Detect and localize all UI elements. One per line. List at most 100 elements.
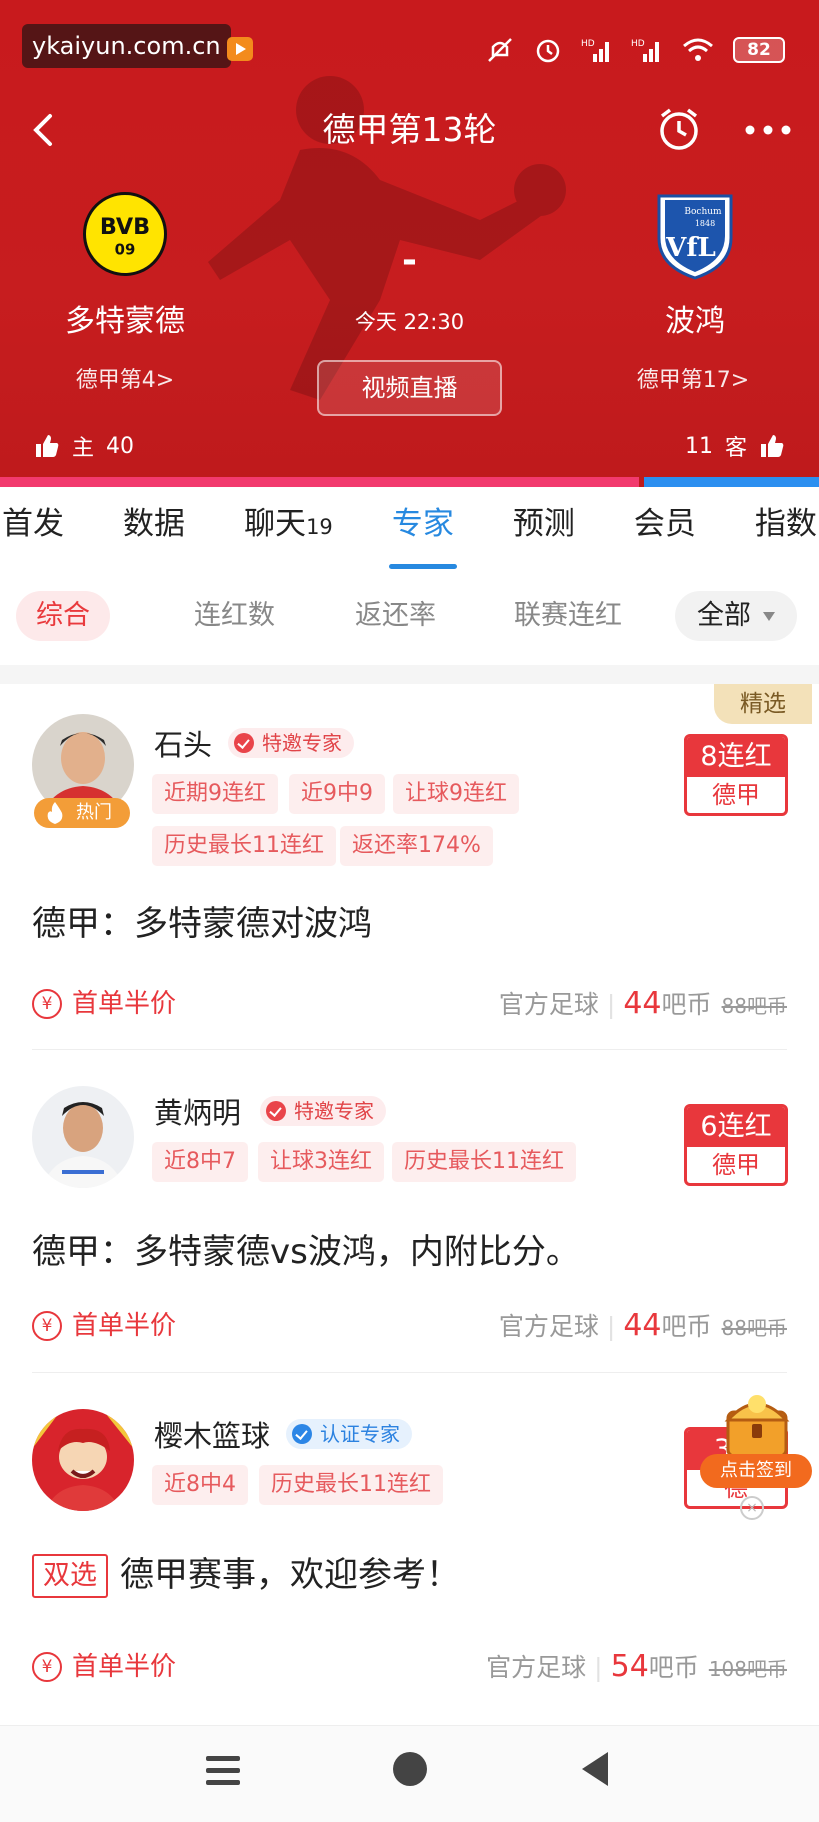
stat-tag: 让球9连红 (393, 774, 519, 814)
expert-name[interactable]: 黄炳明 (154, 1090, 241, 1132)
wifi-icon (683, 38, 713, 61)
app-root: ykaiyun.com.cn HD HD 82 德甲第13轮 BVB 09 Bo… (0, 0, 819, 1822)
expert-name[interactable]: 石头 (154, 722, 212, 764)
away-vote-count: 11 (684, 433, 713, 459)
filter-return-rate[interactable]: 返还率 (355, 591, 436, 641)
tab-odds[interactable]: 指数 (755, 487, 817, 575)
filter-streak[interactable]: 连红数 (194, 591, 275, 641)
watermark-label: ykaiyun.com.cn (22, 24, 231, 68)
stat-tag: 近8中7 (152, 1142, 248, 1182)
menu-icon[interactable] (206, 1756, 240, 1786)
home-vote-count: 40 (106, 433, 135, 459)
plan-description[interactable]: 德甲：多特蒙德vs波鸿，内附比分。 (32, 1224, 580, 1273)
away-league-rank[interactable]: 德甲第17> (613, 362, 773, 394)
promo-label: ¥ 首单半价 (32, 986, 176, 1022)
expert-badge: 特邀专家 (260, 1096, 386, 1126)
check-icon (234, 733, 254, 753)
streak-badge: 8连红 德甲 (684, 734, 788, 816)
home-vote[interactable]: 主 40 (34, 428, 134, 464)
tab-data[interactable]: 数据 (123, 487, 185, 575)
plan-description[interactable]: 德甲：多特蒙德对波鸿 (32, 896, 372, 945)
back-triangle-icon[interactable] (582, 1752, 608, 1786)
video-app-icon (227, 37, 253, 61)
status-icons: HD HD 82 (485, 30, 785, 70)
svg-text:HD: HD (581, 39, 595, 49)
signal-hd-icon-2: HD (631, 39, 659, 62)
price-info[interactable]: 官方足球 | 44吧币 88吧币 (499, 984, 787, 1024)
mute-icon (488, 38, 512, 62)
stat-tag: 返还率174% (340, 826, 493, 866)
svg-text:BVB: BVB (100, 214, 150, 240)
filter-bar: 综合 连红数 返还率 联赛连红 全部 (0, 575, 819, 665)
yen-coin-icon: ¥ (32, 989, 62, 1019)
status-bar: ykaiyun.com.cn HD HD 82 (0, 0, 819, 100)
plan-description[interactable]: 双选 德甲赛事，欢迎参考！ (32, 1547, 460, 1598)
home-circle-icon[interactable] (393, 1752, 427, 1786)
video-live-button[interactable]: 视频直播 (317, 360, 502, 416)
away-vote-label: 客 (724, 436, 747, 461)
svg-text:1848: 1848 (695, 219, 715, 228)
yen-coin-icon: ¥ (32, 1311, 62, 1341)
away-vote[interactable]: 11 客 (685, 428, 785, 464)
stat-tag: 历史最长11连红 (392, 1142, 576, 1182)
stat-tag: 近9中9 (289, 774, 385, 814)
stat-tag: 近期9连红 (152, 774, 278, 814)
match-time: 今天 22:30 (354, 310, 465, 334)
hot-badge: 热门 (34, 798, 130, 828)
more-dots-icon[interactable] (740, 108, 796, 152)
expert-avatar[interactable] (32, 1086, 134, 1188)
expert-card[interactable]: 黄炳明 特邀专家 近8中7 让球3连红 历史最长11连红 6连红 德甲 德甲：多… (0, 1050, 819, 1373)
stat-tag: 历史最长11连红 (152, 826, 336, 866)
promo-label: ¥ 首单半价 (32, 1649, 176, 1685)
expert-avatar[interactable] (32, 1409, 134, 1511)
selected-ribbon: 精选 (714, 684, 812, 724)
check-icon (292, 1424, 312, 1444)
fire-icon (47, 802, 63, 824)
treasure-chest-icon (724, 1395, 790, 1458)
home-vote-bar (0, 477, 639, 487)
dual-pick-tag: 双选 (32, 1554, 108, 1598)
alarm-clock-icon[interactable] (654, 104, 704, 154)
yen-coin-icon: ¥ (32, 1652, 62, 1682)
tab-prediction[interactable]: 预测 (513, 487, 575, 575)
expert-name[interactable]: 樱木篮球 (154, 1413, 270, 1455)
close-icon[interactable]: × (740, 1496, 764, 1520)
tab-experts[interactable]: 专家 (388, 487, 457, 575)
svg-text:Bochum: Bochum (684, 207, 722, 217)
tab-membership[interactable]: 会员 (634, 487, 696, 575)
filter-all-dropdown[interactable]: 全部 (675, 591, 797, 641)
filter-overall[interactable]: 综合 (16, 591, 110, 641)
expert-badge: 认证专家 (286, 1419, 412, 1449)
checkin-floating-button[interactable]: 点击签到 (700, 1386, 816, 1506)
checkin-label: 点击签到 (700, 1454, 812, 1488)
tab-bar: 首发 数据 聊天19 专家 预测 会员 指数 (0, 487, 819, 575)
expert-card[interactable]: 樱木篮球 认证专家 近8中4 历史最长11连红 3连 德 双选德甲赛事，欢迎参考… (0, 1373, 819, 1725)
stat-tag: 历史最长11连红 (259, 1465, 443, 1505)
tab-chat[interactable]: 聊天19 (244, 487, 333, 575)
streak-badge: 6连红 德甲 (684, 1104, 788, 1186)
match-score: - (402, 240, 417, 281)
tab-lineup[interactable]: 首发 (2, 487, 64, 575)
signal-hd-icon: HD (581, 39, 609, 62)
promo-label: ¥ 首单半价 (32, 1308, 176, 1344)
price-info[interactable]: 官方足球 | 54吧币 108吧币 (486, 1647, 787, 1687)
stat-tag: 让球3连红 (258, 1142, 384, 1182)
alarm-status-icon (536, 39, 560, 63)
caret-down-icon (763, 612, 775, 621)
match-header: ykaiyun.com.cn HD HD 82 德甲第13轮 BVB 09 Bo… (0, 0, 819, 487)
svg-text:HD: HD (631, 39, 645, 49)
system-nav-bar (0, 1725, 819, 1822)
thumb-up-icon (761, 435, 784, 457)
stat-tag: 近8中4 (152, 1465, 248, 1505)
price-info[interactable]: 官方足球 | 44吧币 88吧币 (499, 1306, 787, 1346)
thumb-up-icon (36, 435, 59, 457)
home-league-rank[interactable]: 德甲第4> (45, 362, 205, 394)
chat-count: 19 (306, 515, 333, 539)
home-vote-label: 主 (72, 436, 95, 461)
battery-indicator: 82 (733, 37, 785, 63)
filter-league-streak[interactable]: 联赛连红 (514, 591, 622, 641)
nav-bar: 德甲第13轮 (0, 100, 819, 160)
away-vote-bar (644, 477, 819, 487)
expert-badge: 特邀专家 (228, 728, 354, 758)
expert-card[interactable]: 精选 热门 石头 特邀专家 近期9连红 近9中9 让球9连红 历史最长11连红 … (0, 684, 819, 1050)
